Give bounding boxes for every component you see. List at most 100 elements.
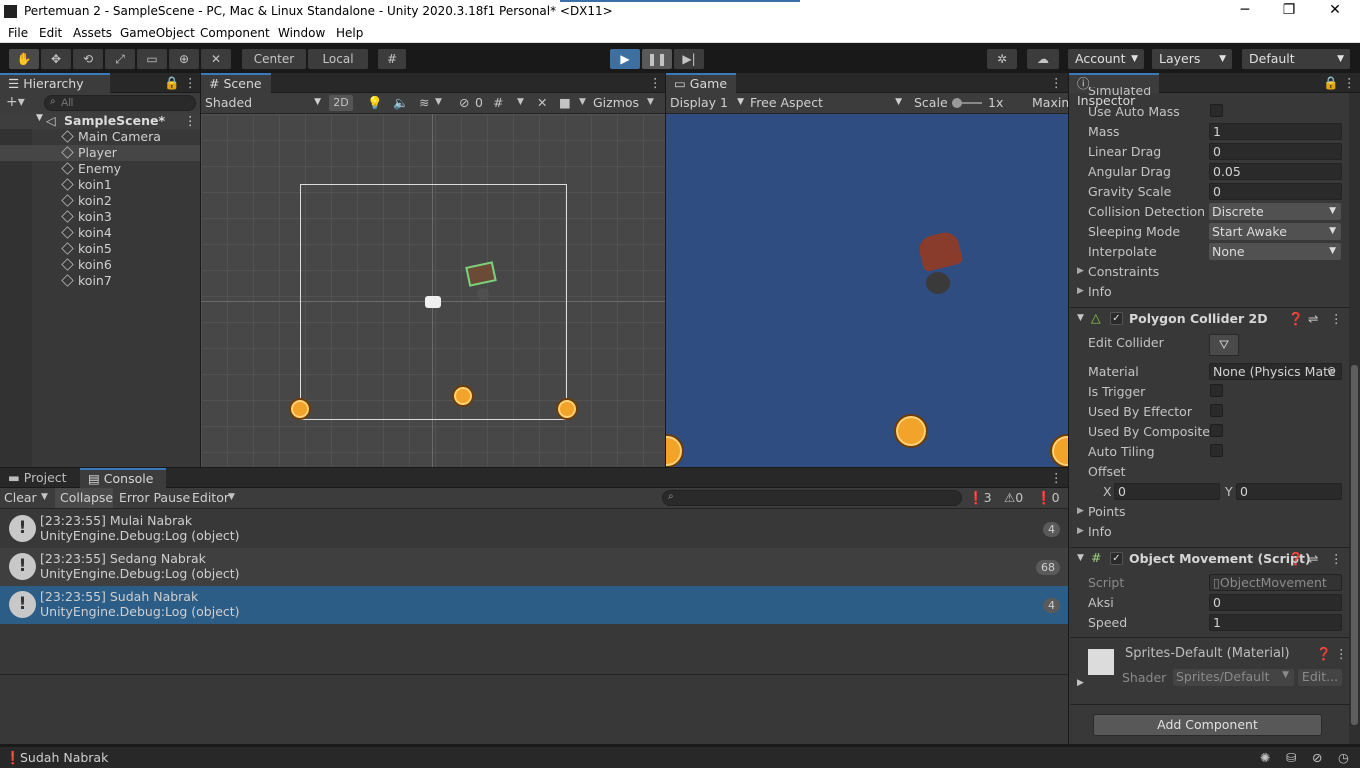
- enemy-sprite[interactable]: [477, 288, 489, 300]
- hierarchy-item[interactable]: koin5: [0, 241, 200, 257]
- pivot-center-button[interactable]: Center: [242, 49, 306, 69]
- menu-component[interactable]: Component: [200, 26, 270, 40]
- menu-help[interactable]: Help: [336, 26, 363, 40]
- editor-dropdown[interactable]: Editor: [192, 490, 229, 505]
- maximize-on-play-toggle[interactable]: Maximi: [1032, 95, 1068, 110]
- camera-gizmo-icon[interactable]: [425, 296, 441, 308]
- account-dropdown[interactable]: Account ▼: [1068, 49, 1144, 69]
- menu-file[interactable]: File: [8, 26, 28, 40]
- kebab-menu-icon[interactable]: ⋮: [1335, 646, 1348, 661]
- display-dropdown[interactable]: Display 1 ▼: [670, 95, 744, 110]
- aksi-field[interactable]: 0: [1209, 594, 1342, 611]
- polygon-collider-enabled-checkbox[interactable]: ✓: [1110, 312, 1123, 325]
- inspector-scrollbar[interactable]: [1349, 93, 1360, 744]
- minimize-icon[interactable]: ─: [1230, 2, 1260, 18]
- linear-drag-field[interactable]: 0: [1209, 143, 1342, 160]
- help-icon[interactable]: ❓: [1288, 551, 1304, 567]
- services-icon[interactable]: ✲: [987, 49, 1017, 69]
- hierarchy-item[interactable]: koin1: [0, 177, 200, 193]
- tab-scene[interactable]: # Scene: [201, 73, 271, 93]
- menu-assets[interactable]: Assets: [73, 26, 112, 40]
- hierarchy-item[interactable]: Main Camera: [0, 129, 200, 145]
- shading-mode-dropdown[interactable]: Shaded ▼: [205, 95, 321, 110]
- grid-snap-icon[interactable]: #: [378, 49, 406, 69]
- hierarchy-item[interactable]: koin3: [0, 209, 200, 225]
- chevron-down-icon[interactable]: ▼: [435, 97, 442, 107]
- used-by-effector-checkbox[interactable]: [1210, 404, 1223, 417]
- object-picker-icon[interactable]: ⊙: [1327, 364, 1336, 377]
- menu-edit[interactable]: Edit: [39, 26, 62, 40]
- constraints-foldout[interactable]: Constraints: [1088, 264, 1159, 279]
- is-trigger-checkbox[interactable]: [1210, 384, 1223, 397]
- error-pause-toggle[interactable]: Error Pause: [119, 490, 190, 505]
- tools-icon[interactable]: ✕: [537, 95, 547, 110]
- collider-info-foldout[interactable]: Info: [1088, 524, 1112, 539]
- mass-field[interactable]: 1: [1209, 123, 1342, 140]
- close-icon[interactable]: ✕: [1320, 2, 1350, 18]
- offset-y-field[interactable]: 0: [1236, 483, 1342, 500]
- shader-edit-button[interactable]: Edit...: [1298, 669, 1342, 686]
- kebab-menu-icon[interactable]: ⋮: [184, 75, 197, 90]
- grid-icon[interactable]: #: [493, 95, 503, 110]
- help-icon[interactable]: ❓: [1288, 311, 1304, 327]
- hierarchy-item[interactable]: koin6: [0, 257, 200, 273]
- hierarchy-item[interactable]: Player: [0, 145, 200, 161]
- cloud-icon[interactable]: ☁: [1027, 49, 1059, 69]
- splitter[interactable]: [0, 674, 1068, 675]
- lock-icon[interactable]: 🔒: [1323, 75, 1339, 91]
- chevron-down-icon[interactable]: ▼: [647, 97, 654, 107]
- fold-arrow-icon[interactable]: ▶: [1077, 678, 1084, 688]
- add-icon[interactable]: +▾: [6, 94, 25, 110]
- game-viewport[interactable]: [666, 114, 1068, 467]
- menu-gameobject[interactable]: GameObject: [120, 26, 195, 40]
- move-tool-icon[interactable]: ✥: [41, 49, 71, 69]
- preset-icon[interactable]: ⇌: [1308, 311, 1318, 326]
- lighting-icon[interactable]: 💡: [367, 95, 383, 111]
- hierarchy-item[interactable]: koin4: [0, 225, 200, 241]
- kebab-menu-icon[interactable]: ⋮: [184, 113, 197, 128]
- pause-button[interactable]: ❚❚: [642, 49, 672, 69]
- add-component-button[interactable]: Add Component: [1093, 714, 1322, 736]
- tab-hierarchy[interactable]: ☰ Hierarchy: [0, 73, 110, 93]
- debug-icon[interactable]: ✺: [1260, 750, 1270, 765]
- rect-tool-icon[interactable]: ▭: [137, 49, 167, 69]
- collision-detection-dropdown[interactable]: Discrete ▼: [1209, 203, 1341, 220]
- points-foldout[interactable]: Points: [1088, 504, 1126, 519]
- gravity-scale-field[interactable]: 0: [1209, 183, 1342, 200]
- material-field[interactable]: None (Physics Mate: [1209, 363, 1342, 380]
- coin-sprite[interactable]: [556, 398, 578, 420]
- sleeping-mode-dropdown[interactable]: Start Awake ▼: [1209, 223, 1341, 240]
- transform-tool-icon[interactable]: ⊕: [169, 49, 199, 69]
- offset-x-field[interactable]: 0: [1114, 483, 1220, 500]
- kebab-menu-icon[interactable]: ⋮: [1050, 75, 1063, 90]
- speed-field[interactable]: 1: [1209, 614, 1342, 631]
- play-button[interactable]: ▶: [610, 49, 640, 69]
- scale-tool-icon[interactable]: ⤢: [105, 49, 135, 69]
- clear-button[interactable]: Clear: [4, 490, 37, 505]
- step-button[interactable]: ▶|: [674, 49, 704, 69]
- progress-icon[interactable]: ◷: [1338, 750, 1349, 765]
- audio-icon[interactable]: 🔈: [393, 95, 409, 111]
- effects-icon[interactable]: ≋: [419, 95, 429, 110]
- help-icon[interactable]: ❓: [1316, 646, 1332, 662]
- kebab-menu-icon[interactable]: ⋮: [1330, 551, 1343, 566]
- hidden-objects-icon[interactable]: ⊘: [459, 95, 469, 110]
- chevron-down-icon[interactable]: ▼: [579, 97, 586, 107]
- scale-slider-thumb[interactable]: [952, 98, 962, 108]
- 2d-toggle-button[interactable]: 2D: [329, 95, 353, 111]
- scrollbar-thumb[interactable]: [1351, 365, 1358, 725]
- network-icon[interactable]: ⊘: [1312, 750, 1322, 765]
- tab-game[interactable]: ▭ Game: [666, 73, 736, 93]
- chevron-down-icon[interactable]: ▼: [41, 492, 48, 502]
- fold-arrow-icon[interactable]: ▶: [1077, 506, 1084, 516]
- lock-icon[interactable]: 🔒: [164, 75, 180, 91]
- edit-collider-button[interactable]: ⛛: [1209, 334, 1239, 356]
- console-log-row-selected[interactable]: ! [23:23:55] Sudah Nabrak UnityEngine.De…: [0, 586, 1068, 624]
- fold-arrow-icon[interactable]: ▼: [1077, 313, 1084, 323]
- object-movement-enabled-checkbox[interactable]: ✓: [1110, 552, 1123, 565]
- log-count-toggle[interactable]: ❗3: [968, 490, 992, 506]
- use-auto-mass-checkbox[interactable]: [1210, 104, 1223, 117]
- menu-window[interactable]: Window: [278, 26, 325, 40]
- kebab-menu-icon[interactable]: ⋮: [1050, 470, 1063, 485]
- coin-sprite[interactable]: [452, 385, 474, 407]
